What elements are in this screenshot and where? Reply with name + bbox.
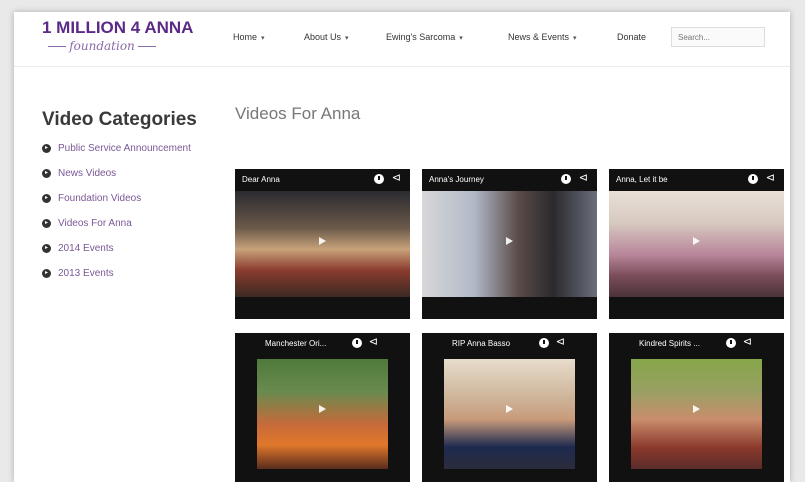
logo-title: 1 MILLION 4 ANNA (42, 18, 194, 37)
chevron-down-icon: ▾ (459, 35, 463, 42)
circle-arrow-icon: ▸ (42, 219, 51, 228)
circle-arrow-icon: ▸ (42, 244, 51, 253)
circle-arrow-icon: ▸ (42, 194, 51, 203)
play-icon[interactable] (506, 237, 513, 245)
share-icon[interactable]: ⊲ (766, 172, 775, 184)
play-icon[interactable] (319, 405, 326, 413)
category-foundation-videos[interactable]: ▸ Foundation Videos (42, 186, 222, 211)
category-label: Foundation Videos (58, 193, 142, 204)
category-public-service-announcement[interactable]: ▸ Public Service Announcement (42, 136, 222, 161)
watch-later-icon[interactable] (561, 174, 571, 184)
category-news-videos[interactable]: ▸ News Videos (42, 161, 222, 186)
circle-arrow-icon: ▸ (42, 269, 51, 278)
share-icon[interactable]: ⊲ (743, 336, 752, 348)
page-title: Videos For Anna (235, 104, 361, 123)
logo-subtitle: foundation (42, 38, 162, 54)
play-icon[interactable] (693, 237, 700, 245)
sidebar-title: Video Categories (42, 109, 197, 130)
video-title: Kindred Spirits ... (639, 339, 700, 348)
share-icon[interactable]: ⊲ (579, 172, 588, 184)
chevron-down-icon: ▾ (573, 35, 577, 42)
nav-item-label: Ewing's Sarcoma (386, 32, 456, 42)
chevron-down-icon: ▾ (345, 35, 349, 42)
site-header: 1 MILLION 4 ANNA foundation Home ▾ About … (14, 12, 790, 67)
video-tile[interactable]: Dear Anna ⊲ (235, 169, 410, 319)
video-thumbnail (257, 359, 388, 469)
watch-later-icon[interactable] (374, 174, 384, 184)
category-2013-events[interactable]: ▸ 2013 Events (42, 261, 222, 286)
watch-later-icon[interactable] (539, 338, 549, 348)
category-label: Public Service Announcement (58, 143, 191, 154)
category-label: Videos For Anna (58, 218, 132, 229)
circle-arrow-icon: ▸ (42, 169, 51, 178)
video-title: Anna, Let it be (616, 175, 668, 184)
category-videos-for-anna[interactable]: ▸ Videos For Anna (42, 211, 222, 236)
chevron-down-icon: ▾ (261, 35, 265, 42)
search-input[interactable] (671, 27, 765, 47)
video-title: Manchester Ori... (265, 339, 327, 348)
video-tile[interactable]: Kindred Spirits ... ⊲ (609, 333, 784, 482)
share-icon[interactable]: ⊲ (369, 336, 378, 348)
play-icon[interactable] (693, 405, 700, 413)
category-label: 2014 Events (58, 243, 114, 254)
category-2014-events[interactable]: ▸ 2014 Events (42, 236, 222, 261)
video-tile[interactable]: RIP Anna Basso ⊲ (422, 333, 597, 482)
share-icon[interactable]: ⊲ (556, 336, 565, 348)
nav-item-home[interactable]: Home ▾ (233, 32, 265, 42)
video-title: RIP Anna Basso (452, 339, 511, 348)
watch-later-icon[interactable] (748, 174, 758, 184)
video-tile[interactable]: Manchester Ori... ⊲ (235, 333, 410, 482)
video-title: Dear Anna (242, 175, 280, 184)
video-thumbnail (444, 359, 575, 469)
play-icon[interactable] (506, 405, 513, 413)
nav-item-donate[interactable]: Donate (617, 32, 646, 42)
category-label: News Videos (58, 168, 117, 179)
play-icon[interactable] (319, 237, 326, 245)
circle-arrow-icon: ▸ (42, 144, 51, 153)
watch-later-icon[interactable] (726, 338, 736, 348)
browser-page: 1 MILLION 4 ANNA foundation Home ▾ About … (14, 12, 790, 482)
video-tile[interactable]: Anna, Let it be ⊲ (609, 169, 784, 319)
video-tile[interactable]: Anna's Journey ⊲ (422, 169, 597, 319)
nav-item-label: Donate (617, 32, 647, 42)
nav-item-about-us[interactable]: About Us ▾ (304, 32, 349, 42)
video-title: Anna's Journey (429, 175, 484, 184)
watch-later-icon[interactable] (352, 338, 362, 348)
nav-item-label: Home (233, 32, 258, 42)
site-logo[interactable]: 1 MILLION 4 ANNA foundation (42, 18, 194, 60)
nav-item-news-events[interactable]: News & Events ▾ (508, 32, 577, 42)
nav-item-label: About Us (304, 32, 342, 42)
video-thumbnail (631, 359, 762, 469)
nav-item-ewings-sarcoma[interactable]: Ewing's Sarcoma ▾ (386, 32, 463, 42)
category-label: 2013 Events (58, 268, 114, 279)
nav-item-label: News & Events (508, 32, 570, 42)
video-categories-sidebar: Video Categories ▸ Public Service Announc… (42, 108, 222, 286)
share-icon[interactable]: ⊲ (392, 172, 401, 184)
